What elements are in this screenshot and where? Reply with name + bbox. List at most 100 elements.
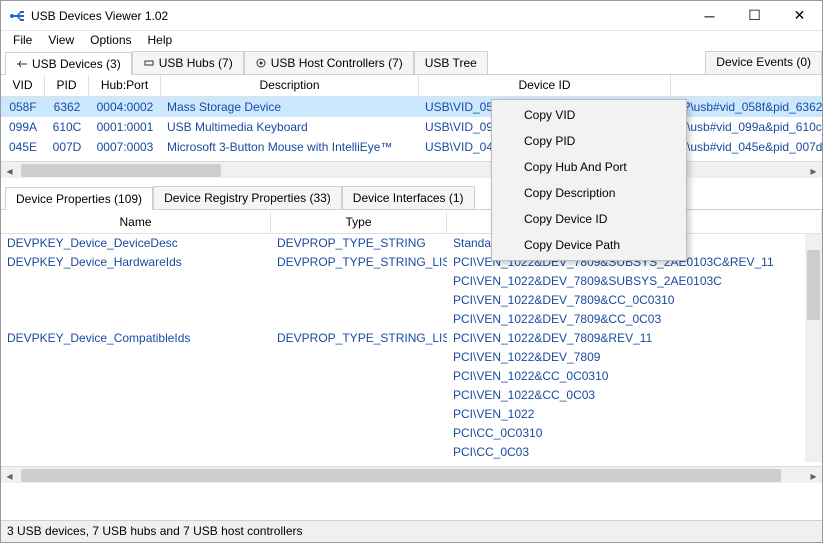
prop-value: PCI\VEN_1022&DEV_7809&CC_0C0310 — [447, 291, 822, 310]
property-row[interactable]: DEVPKEY_Device_HardwareIdsDEVPROP_TYPE_S… — [1, 253, 822, 272]
property-row[interactable]: PCI\VEN_1022&DEV_7809 — [1, 348, 822, 367]
scroll-right-icon[interactable]: ▸ — [805, 467, 822, 484]
prop-name — [1, 386, 271, 405]
menu-options[interactable]: Options — [82, 31, 139, 51]
horizontal-scrollbar-lower[interactable]: ◂ ▸ — [1, 466, 822, 483]
cell-pid: 007D — [45, 138, 89, 156]
properties-header: Name Type — [1, 212, 822, 234]
menu-view[interactable]: View — [40, 31, 82, 51]
cell-description: Microsoft 3-Button Mouse with IntelliEye… — [161, 138, 419, 156]
prop-type: DEVPROP_TYPE_STRING — [271, 234, 447, 253]
property-row[interactable]: PCI\VEN_1022&CC_0C0310 — [1, 367, 822, 386]
cell-vid: 099A — [1, 118, 45, 136]
prop-value: PCI\VEN_1022&DEV_7809&REV_11 — [447, 329, 822, 348]
context-menu-item[interactable]: Copy Device Path — [494, 232, 684, 258]
hub-icon — [143, 57, 155, 69]
app-icon — [9, 8, 25, 24]
prop-value: PCI\VEN_1022&CC_0C0310 — [447, 367, 822, 386]
scroll-thumb[interactable] — [21, 469, 781, 482]
col-device-id[interactable]: Device ID — [419, 75, 671, 96]
property-row[interactable]: PCI\VEN_1022&DEV_7809&CC_0C03 — [1, 310, 822, 329]
prop-type: DEVPROP_TYPE_STRING_LIST — [271, 329, 447, 348]
window-title: USB Devices Viewer 1.02 — [31, 9, 687, 23]
prop-type — [271, 310, 447, 329]
prop-type — [271, 443, 447, 462]
tab-registry-properties[interactable]: Device Registry Properties (33) — [153, 186, 342, 209]
tab-device-properties[interactable]: Device Properties (109) — [5, 187, 153, 210]
property-row[interactable]: PCI\CC_0C0310 — [1, 424, 822, 443]
cell-pid: 610C — [45, 118, 89, 136]
usb-icon — [16, 58, 28, 70]
col-prop-type[interactable]: Type — [271, 212, 447, 233]
menu-help[interactable]: Help — [140, 31, 181, 51]
horizontal-scrollbar[interactable]: ◂ ▸ — [1, 161, 822, 178]
property-row[interactable]: PCI\VEN_1022&DEV_7809&CC_0C0310 — [1, 291, 822, 310]
col-rest[interactable] — [671, 75, 822, 96]
tab-host-controllers[interactable]: USB Host Controllers (7) — [244, 51, 414, 74]
prop-value: PCI\VEN_1022&DEV_7809 — [447, 348, 822, 367]
prop-value: PCI\VEN_1022&CC_0C03 — [447, 386, 822, 405]
prop-type: DEVPROP_TYPE_STRING_LIST — [271, 253, 447, 272]
lower-tabs: Device Properties (109) Device Registry … — [1, 186, 822, 210]
properties-table: Name Type DEVPKEY_Device_DeviceDescDEVPR… — [1, 212, 822, 462]
upper-tabs: USB Devices (3) USB Hubs (7) USB Host Co… — [1, 51, 822, 75]
tab-usb-hubs[interactable]: USB Hubs (7) — [132, 51, 244, 74]
cell-hubport: 0007:0003 — [89, 138, 161, 156]
context-menu-item[interactable]: Copy PID — [494, 128, 684, 154]
cell-device-path: \?\usb#vid_045e&pid_007d#5 — [671, 138, 822, 156]
context-menu-item[interactable]: Copy Hub And Port — [494, 154, 684, 180]
maximize-button[interactable]: ☐ — [732, 1, 777, 31]
prop-name — [1, 348, 271, 367]
property-row[interactable]: DEVPKEY_Device_DeviceDescDEVPROP_TYPE_ST… — [1, 234, 822, 253]
scroll-left-icon[interactable]: ◂ — [1, 162, 18, 179]
property-row[interactable]: DEVPKEY_Device_CompatibleIdsDEVPROP_TYPE… — [1, 329, 822, 348]
scroll-thumb[interactable] — [807, 250, 820, 320]
prop-name — [1, 272, 271, 291]
prop-type — [271, 367, 447, 386]
context-menu-item[interactable]: Copy VID — [494, 102, 684, 128]
scroll-right-icon[interactable]: ▸ — [805, 162, 822, 179]
property-row[interactable]: PCI\VEN_1022&DEV_7809&SUBSYS_2AE0103C — [1, 272, 822, 291]
prop-name — [1, 424, 271, 443]
property-row[interactable]: PCI\CC_0C03 — [1, 443, 822, 462]
col-description[interactable]: Description — [161, 75, 419, 96]
table-row[interactable]: 099A610C0001:0001USB Multimedia Keyboard… — [1, 117, 822, 137]
cell-description: USB Multimedia Keyboard — [161, 118, 419, 136]
tab-device-interfaces[interactable]: Device Interfaces (1) — [342, 186, 475, 209]
prop-type — [271, 424, 447, 443]
minimize-button[interactable]: ─ — [687, 1, 732, 31]
table-row[interactable]: 045E007D0007:0003Microsoft 3-Button Mous… — [1, 137, 822, 157]
prop-name — [1, 405, 271, 424]
close-button[interactable]: ✕ — [777, 1, 822, 31]
prop-name: DEVPKEY_Device_CompatibleIds — [1, 329, 271, 348]
col-prop-name[interactable]: Name — [1, 212, 271, 233]
prop-type — [271, 272, 447, 291]
scroll-left-icon[interactable]: ◂ — [1, 467, 18, 484]
prop-type — [271, 386, 447, 405]
prop-name: DEVPKEY_Device_DeviceDesc — [1, 234, 271, 253]
tab-label: USB Tree — [425, 56, 477, 70]
table-row[interactable]: 058F63620004:0002Mass Storage DeviceUSB\… — [1, 97, 822, 117]
col-pid[interactable]: PID — [45, 75, 89, 96]
tab-usb-tree[interactable]: USB Tree — [414, 51, 488, 74]
col-vid[interactable]: VID — [1, 75, 45, 96]
context-menu-item[interactable]: Copy Description — [494, 180, 684, 206]
prop-type — [271, 348, 447, 367]
menu-file[interactable]: File — [5, 31, 40, 51]
cell-vid: 058F — [1, 98, 45, 116]
cell-hubport: 0001:0001 — [89, 118, 161, 136]
prop-value: PCI\VEN_1022&DEV_7809&SUBSYS_2AE0103C — [447, 272, 822, 291]
cell-description: Mass Storage Device — [161, 98, 419, 116]
cell-hubport: 0004:0002 — [89, 98, 161, 116]
property-row[interactable]: PCI\VEN_1022 — [1, 405, 822, 424]
device-events-button[interactable]: Device Events (0) — [705, 51, 822, 74]
context-menu-item[interactable]: Copy Device ID — [494, 206, 684, 232]
prop-name — [1, 291, 271, 310]
prop-value: PCI\VEN_1022&DEV_7809&CC_0C03 — [447, 310, 822, 329]
property-row[interactable]: PCI\VEN_1022&CC_0C03 — [1, 386, 822, 405]
scroll-thumb[interactable] — [21, 164, 221, 177]
col-hubport[interactable]: Hub:Port — [89, 75, 161, 96]
tab-usb-devices[interactable]: USB Devices (3) — [5, 52, 132, 75]
cell-device-path: \?\usb#vid_099a&pid_610c#5& — [671, 118, 822, 136]
vertical-scrollbar[interactable] — [805, 234, 822, 462]
